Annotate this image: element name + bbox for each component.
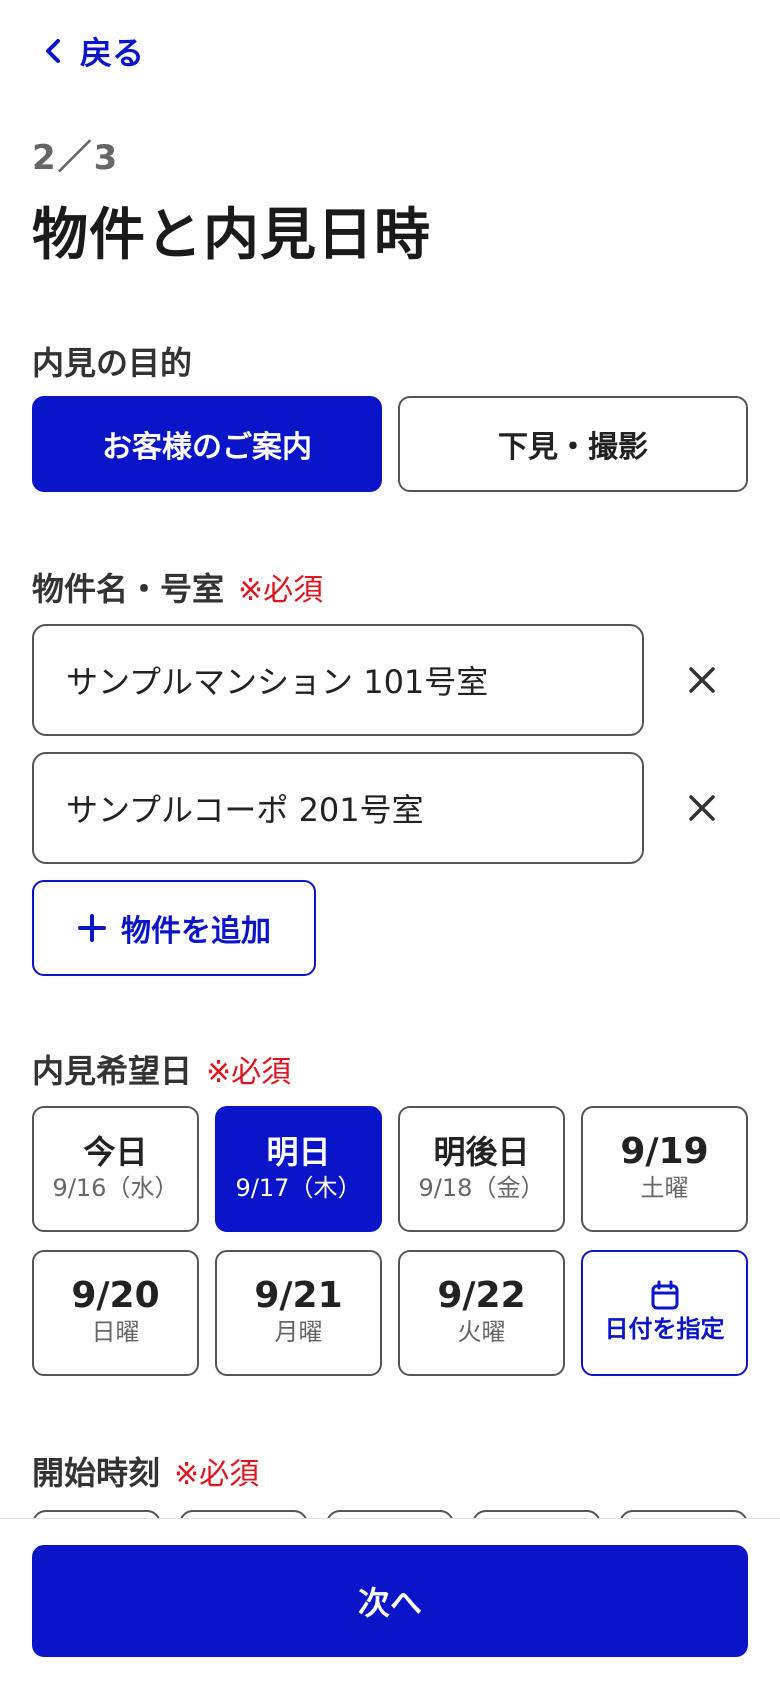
purpose-label: 内見の目的 [32,344,193,382]
date-option-sub: 9/17（木） [235,1174,362,1202]
date-option-day-after[interactable]: 明後日 9/18（金） [398,1106,565,1232]
purpose-section-label: 内見の目的 [32,338,192,384]
property-label: 物件名・号室 [32,570,225,608]
clear-property-button[interactable] [682,660,722,700]
date-option-today[interactable]: 今日 9/16（水） [32,1106,199,1232]
property-name-input[interactable] [32,624,644,736]
date-label: 内見希望日 [32,1052,193,1090]
date-option-main: 9/21 [254,1275,343,1316]
date-option-9-21[interactable]: 9/21 月曜 [215,1250,382,1376]
date-option-tomorrow[interactable]: 明日 9/17（木） [215,1106,382,1232]
date-option-main: 9/19 [620,1131,709,1172]
date-picker-label: 日付を指定 [604,1315,725,1343]
close-icon [689,795,715,821]
property-row [32,752,748,864]
date-option-sub: 9/16（水） [52,1174,179,1202]
date-option-main: 9/20 [71,1275,160,1316]
property-section-label: 物件名・号室 ※必須 [32,564,323,610]
date-option-sub: 火曜 [457,1318,506,1346]
chevron-left-icon [46,39,60,63]
date-option-main: 明後日 [433,1133,530,1171]
date-option-main: 明日 [266,1133,331,1171]
property-name-input[interactable] [32,752,644,864]
purpose-options: お客様のご案内 下見・撮影 [32,396,748,492]
bottom-action-bar: 次へ [0,1518,780,1688]
page-title: 物件と内見日時 [32,203,431,268]
time-label: 開始時刻 [32,1454,161,1492]
purpose-option-preview[interactable]: 下見・撮影 [398,396,748,492]
add-property-button[interactable]: 物件を追加 [32,880,316,976]
time-section-label: 開始時刻 ※必須 [32,1448,259,1494]
date-option-sub: 月曜 [274,1318,323,1346]
date-section-label: 内見希望日 ※必須 [32,1046,291,1092]
next-button[interactable]: 次へ [32,1545,748,1657]
date-option-sub: 9/18（金） [418,1174,545,1202]
step-indicator: 2／3 [32,138,120,178]
date-options: 今日 9/16（水） 明日 9/17（木） 明後日 9/18（金） 9/19 土… [32,1106,748,1376]
date-option-sub: 土曜 [640,1174,689,1202]
plus-icon [78,914,106,942]
date-option-9-19[interactable]: 9/19 土曜 [581,1106,748,1232]
date-picker-button[interactable]: 日付を指定 [581,1250,748,1376]
required-badge: ※必須 [174,1457,260,1492]
calendar-icon [651,1280,678,1310]
required-badge: ※必須 [206,1055,292,1090]
date-option-sub: 日曜 [91,1318,140,1346]
purpose-option-guide[interactable]: お客様のご案内 [32,396,382,492]
date-option-main: 9/22 [437,1275,526,1316]
close-icon [689,667,715,693]
property-row [32,624,748,736]
add-property-label: 物件を追加 [121,914,271,949]
date-option-9-22[interactable]: 9/22 火曜 [398,1250,565,1376]
clear-property-button[interactable] [682,788,722,828]
required-badge: ※必須 [238,573,324,608]
date-option-main: 今日 [83,1133,148,1171]
back-label: 戻る [80,34,145,72]
date-option-9-20[interactable]: 9/20 日曜 [32,1250,199,1376]
back-button[interactable]: 戻る [40,28,144,74]
